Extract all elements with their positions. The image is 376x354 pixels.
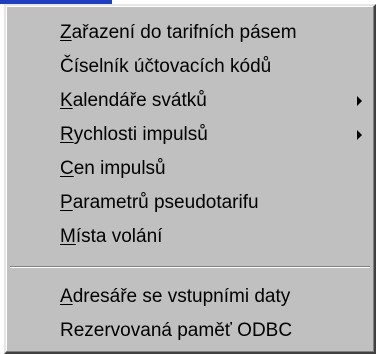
page: Zařazení do tarifních pásem Číselník účt… [0, 0, 376, 354]
menu-item-label: Místa volání [60, 226, 163, 247]
menu-item-label: Rychlosti impulsů [60, 124, 208, 145]
menu-item-kalendare-svatku[interactable]: Kalendáře svátků [6, 84, 374, 118]
context-menu: Zařazení do tarifních pásem Číselník účt… [4, 4, 376, 354]
menu-item-label: Zařazení do tarifních pásem [60, 22, 297, 43]
menu-item-mista-volani[interactable]: Místa volání [6, 220, 374, 254]
menu-item-rychlosti-impulsu[interactable]: Rychlosti impulsů [6, 118, 374, 152]
menu-item-label: Rezervovaná paměť ODBC [60, 320, 293, 341]
menu-item-label: Parametrů pseudotarifu [60, 192, 259, 213]
menu-item-ciselnik-uctovacich-kodu[interactable]: Číselník účtovacích kódů [6, 50, 374, 84]
submenu-arrow-icon [357, 130, 362, 140]
menu-separator [6, 254, 374, 280]
menu-item-label: Kalendáře svátků [60, 90, 207, 111]
mnemonic-letter: Z [60, 22, 72, 43]
mnemonic-letter: A [60, 286, 73, 307]
mnemonic-letter: R [60, 124, 74, 145]
menu-items: Zařazení do tarifních pásem Číselník účt… [6, 16, 374, 348]
menu-item-label: Adresáře se vstupními daty [60, 286, 291, 307]
mnemonic-letter: K [60, 90, 73, 111]
mnemonic-letter: P [60, 192, 73, 213]
submenu-arrow-icon [357, 96, 362, 106]
menu-item-label: Číselník účtovacích kódů [60, 56, 272, 77]
menu-item-zarazeni-do-tarifnich-pasem[interactable]: Zařazení do tarifních pásem [6, 16, 374, 50]
menu-item-cen-impulsu[interactable]: Cen impulsů [6, 152, 374, 186]
mnemonic-letter: C [60, 158, 74, 179]
menu-item-adresare-se-vstupnimi-daty[interactable]: Adresáře se vstupními daty [6, 280, 374, 314]
menu-item-rezervovana-pamet-odbc[interactable]: Rezervovaná paměť ODBC [6, 314, 374, 348]
menu-item-parametru-pseudotarifu[interactable]: Parametrů pseudotarifu [6, 186, 374, 220]
menu-item-label: Cen impulsů [60, 158, 166, 179]
mnemonic-letter: M [60, 226, 76, 247]
